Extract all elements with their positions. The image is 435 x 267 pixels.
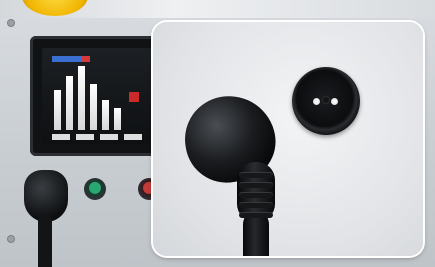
- plug-cable: [243, 212, 269, 256]
- screen-label: [100, 134, 118, 140]
- zoom-inset: [153, 22, 423, 256]
- screen-bar: [102, 100, 109, 130]
- screen-bar: [90, 84, 97, 130]
- screen-label: [124, 134, 142, 140]
- device-photo: [0, 0, 435, 267]
- socket-pin: [313, 98, 320, 105]
- green-indicator-icon: [84, 178, 106, 200]
- screen-bar: [114, 108, 121, 130]
- screen-bar: [66, 76, 73, 130]
- socket-pin: [331, 98, 338, 105]
- screen-bar: [78, 66, 85, 130]
- screw: [8, 236, 14, 242]
- plug-rib: [239, 202, 273, 208]
- red-led: [129, 92, 139, 102]
- control-screen: [30, 36, 168, 156]
- plug-rib: [239, 172, 273, 178]
- screen-label: [76, 134, 94, 140]
- plug-rib: [239, 182, 273, 188]
- screw: [8, 20, 14, 26]
- screen-label: [52, 134, 70, 140]
- screen-bar: [54, 90, 61, 130]
- plug-rib: [239, 212, 273, 218]
- socket-icon: [292, 67, 360, 135]
- socket-center: [323, 97, 329, 103]
- plug-rib: [239, 192, 273, 198]
- screen-red-tag: [82, 56, 90, 62]
- screen-inner: [42, 48, 156, 144]
- screen-blue-tag: [52, 56, 82, 62]
- cable: [38, 214, 52, 267]
